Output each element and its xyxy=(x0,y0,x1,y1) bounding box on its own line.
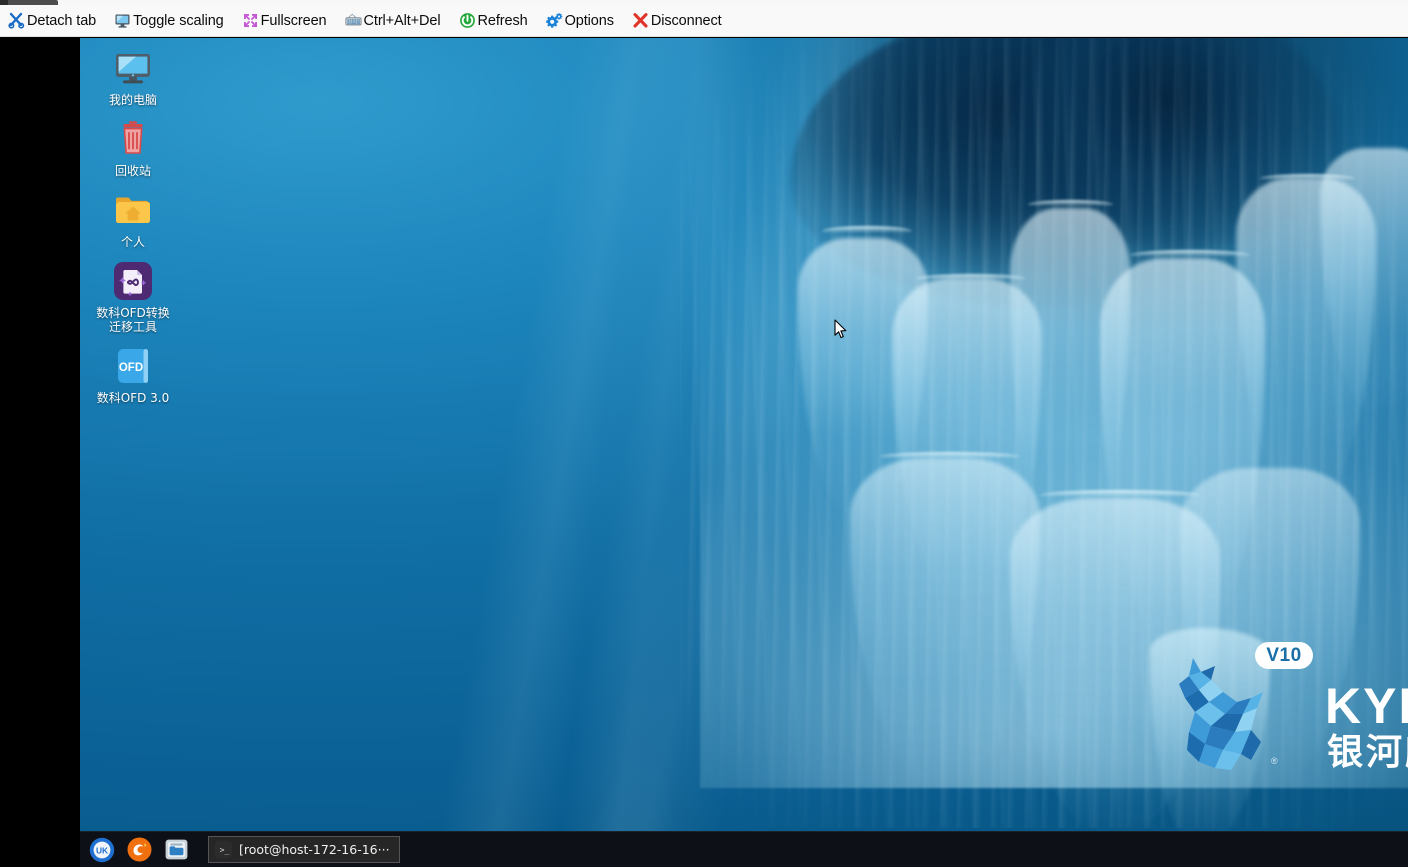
desktop-icon-ofd-reader[interactable]: OFD 数科OFD 3.0 xyxy=(94,344,172,405)
toolbar-disconnect[interactable]: Disconnect xyxy=(632,12,722,29)
expand-arrows-icon xyxy=(242,12,259,29)
taskbar-window-terminal[interactable]: >_ [root@host-172-16-16··· xyxy=(208,836,400,863)
desktop-icon-label: 个人 xyxy=(120,235,145,249)
toolbar-toggle-scaling-label: Toggle scaling xyxy=(133,12,224,29)
svg-text:OFD: OFD xyxy=(119,362,143,374)
scissors-icon xyxy=(8,12,25,29)
computer-icon xyxy=(111,46,155,90)
ofd-migrate-icon xyxy=(111,259,155,303)
svg-text:UK: UK xyxy=(96,845,108,855)
kylin-taskbar: UK >_ [root@host-172-16-16··· xyxy=(80,831,1408,867)
desktop-icon-label: 数科OFD转换迁移工具 xyxy=(96,306,170,334)
desktop-icon-label: 数科OFD 3.0 xyxy=(96,391,170,405)
wallpaper-light-shafts xyxy=(80,38,1408,831)
desktop-icon-column: 我的电脑 回收站 个人 数科OFD转换迁移工具 OFD 数科OFD 3.0 xyxy=(94,46,172,415)
power-refresh-icon xyxy=(459,12,476,29)
toolbar-options-label: Options xyxy=(564,12,614,29)
kylin-desktop[interactable]: 我的电脑 回收站 个人 数科OFD转换迁移工具 OFD 数科OFD 3.0 V1… xyxy=(80,38,1408,831)
desktop-icon-label: 回收站 xyxy=(114,164,151,178)
toolbar-fullscreen-label: Fullscreen xyxy=(260,12,327,29)
toolbar-refresh[interactable]: Refresh xyxy=(459,12,528,29)
monitor-icon xyxy=(114,12,131,29)
toolbar-options[interactable]: Options xyxy=(545,12,614,29)
taskbar-start-menu[interactable]: UK xyxy=(88,836,116,864)
toolbar-detach-tab-label: Detach tab xyxy=(27,12,97,29)
toolbar-ctrl-alt-del-label: Ctrl+Alt+Del xyxy=(363,12,441,29)
desktop-icon-personal[interactable]: 个人 xyxy=(94,188,172,249)
trash-icon xyxy=(111,117,155,161)
desktop-icon-ofd-migration-tool[interactable]: 数科OFD转换迁移工具 xyxy=(94,259,172,334)
taskbar-file-manager[interactable] xyxy=(162,836,190,864)
ofd-app-icon: OFD xyxy=(111,344,155,388)
toolbar-disconnect-label: Disconnect xyxy=(650,12,722,29)
gears-icon xyxy=(545,12,563,29)
toolbar-fullscreen[interactable]: Fullscreen xyxy=(242,12,327,29)
terminal-icon: >_ xyxy=(214,840,233,859)
svg-text:>_: >_ xyxy=(220,846,230,855)
toolbar-ctrl-alt-del[interactable]: Ctrl+Alt+Del xyxy=(345,12,441,29)
remote-desktop-viewer: Detach tab Toggle scaling Fullscreen Ctr… xyxy=(0,0,1408,867)
toolbar-refresh-label: Refresh xyxy=(477,12,528,29)
console-toolbar: Detach tab Toggle scaling Fullscreen Ctr… xyxy=(0,5,1408,37)
home-folder-icon xyxy=(111,188,155,232)
desktop-icon-label: 我的电脑 xyxy=(108,93,157,107)
taskbar-firefox[interactable] xyxy=(125,836,153,864)
toolbar-detach-tab[interactable]: Detach tab xyxy=(8,12,96,29)
toolbar-toggle-scaling[interactable]: Toggle scaling xyxy=(114,12,224,29)
desktop-icon-recycle-bin[interactable]: 回收站 xyxy=(94,117,172,178)
desktop-icon-my-computer[interactable]: 我的电脑 xyxy=(94,46,172,107)
red-x-icon xyxy=(632,12,649,29)
taskbar-window-title: [root@host-172-16-16··· xyxy=(239,842,390,857)
keyboard-icon xyxy=(345,12,362,29)
remote-screen-canvas[interactable]: 我的电脑 回收站 个人 数科OFD转换迁移工具 OFD 数科OFD 3.0 V1… xyxy=(0,38,1408,867)
